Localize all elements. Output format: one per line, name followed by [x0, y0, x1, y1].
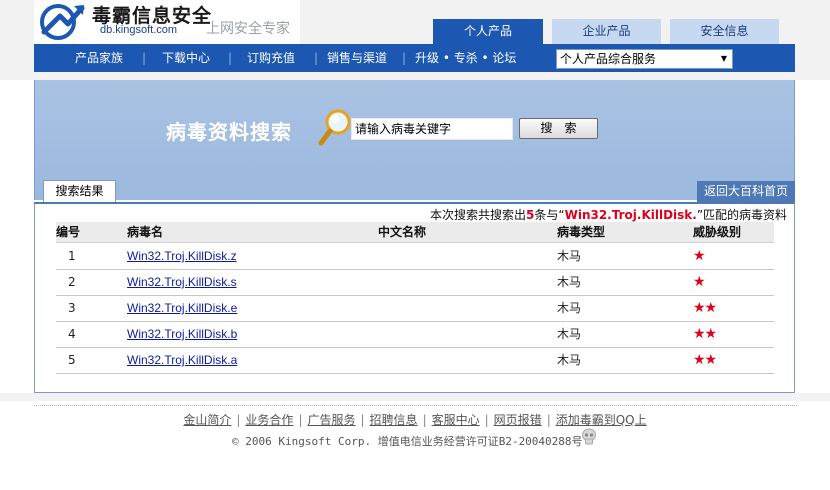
footer-separator: | [422, 413, 427, 427]
virus-name-link[interactable]: Win32.Troj.KillDisk.e [127, 296, 237, 321]
nav-item-upgrade-tools-forum[interactable]: 升级 • 专杀 • 论坛 [415, 44, 516, 72]
back-to-encyclopedia-link[interactable]: 返回大百科首页 [697, 181, 795, 202]
kingsoft-logo-icon [40, 4, 85, 40]
virus-type: 木马 [557, 301, 582, 315]
magnifier-icon [318, 109, 351, 146]
results-panel: 本次搜索共搜索出5条与“Win32.Troj.KillDisk.”匹配的病毒资料… [34, 202, 795, 393]
footer-link-report-error[interactable]: 网页报错 [494, 413, 542, 427]
copyright-text: © 2006 Kingsoft Corp. 增值电信业务经营许可证B2-2004… [232, 435, 583, 448]
nav-separator: | [314, 51, 319, 65]
threat-level-stars: ★★ [693, 300, 717, 316]
nav-item-product-family[interactable]: 产品家族 [75, 44, 123, 72]
footer-band [0, 393, 830, 401]
search-button[interactable]: 搜 索 [519, 118, 598, 139]
column-header-threat-level: 威胁级别 [693, 225, 742, 239]
footer-links: 金山简介 | 业务合作 | 广告服务 | 招聘信息 | 客服中心 | 网页报错 | 添加毒霸到QQ上 [0, 411, 830, 428]
virus-name-link[interactable]: Win32.Troj.KillDisk.a [127, 348, 237, 373]
footer-link-about[interactable]: 金山简介 [183, 413, 231, 427]
search-section: 病毒资料搜索 请输入病毒关键字 搜 索 [34, 80, 795, 200]
tab-personal-products[interactable]: 个人产品 [433, 19, 543, 44]
column-header-number: 编号 [56, 225, 81, 239]
threat-level-stars: ★ [693, 274, 706, 290]
virus-type: 木马 [557, 327, 582, 341]
threat-level-stars: ★★ [693, 352, 717, 368]
column-header-virus-type: 病毒类型 [557, 225, 606, 239]
row-number: 2 [68, 275, 76, 289]
footer-separator: | [298, 413, 303, 427]
row-number: 3 [68, 301, 76, 315]
main-nav: 产品家族 | 下载中心 | 订购充值 | 销售与渠道 | 升级 • 专杀 • 论… [34, 44, 795, 72]
summary-prefix: 本次搜索共搜索出 [430, 208, 527, 222]
nav-separator: | [402, 51, 407, 65]
nav-item-order-recharge[interactable]: 订购充值 [247, 44, 295, 72]
footer-separator: | [546, 413, 551, 427]
table-row: 1 Win32.Troj.KillDisk.z 木马 ★ [56, 244, 774, 270]
footer-divider [34, 405, 797, 406]
footer-link-add-to-qq[interactable]: 添加毒霸到QQ上 [556, 413, 647, 427]
footer-link-ads[interactable]: 广告服务 [307, 413, 355, 427]
brand-url: db.kingsoft.com [100, 24, 178, 36]
column-header-virus-name: 病毒名 [127, 225, 164, 239]
table-row: 3 Win32.Troj.KillDisk.e 木马 ★★ [56, 296, 774, 322]
row-number: 1 [68, 249, 76, 263]
table-row: 5 Win32.Troj.KillDisk.a 木马 ★★ [56, 348, 774, 374]
footer-separator: | [236, 413, 241, 427]
footer-separator: | [360, 413, 365, 427]
site-header: 毒霸信息安全 db.kingsoft.com 上网安全专家 个人产品 企业产品 … [0, 0, 830, 80]
summary-suffix: ”匹配的病毒资料 [696, 208, 788, 222]
tab-enterprise-products[interactable]: 企业产品 [552, 19, 661, 44]
nav-separator: | [142, 51, 147, 65]
virus-type: 木马 [557, 353, 582, 367]
footer-separator: | [484, 413, 489, 427]
footer-link-jobs[interactable]: 招聘信息 [370, 413, 418, 427]
column-header-chinese-name: 中文名称 [378, 225, 427, 239]
row-number: 5 [68, 353, 76, 367]
nav-separator: | [228, 51, 233, 65]
tab-security-info[interactable]: 安全信息 [670, 19, 779, 44]
table-row: 2 Win32.Troj.KillDisk.s 木马 ★ [56, 270, 774, 296]
virus-type: 木马 [557, 275, 582, 289]
tab-search-results[interactable]: 搜索结果 [43, 180, 116, 202]
virus-name-link[interactable]: Win32.Troj.KillDisk.b [127, 322, 237, 347]
skull-icon [582, 428, 596, 445]
search-input[interactable]: 请输入病毒关键字 [351, 118, 513, 140]
summary-keyword: Win32.Troj.KillDisk. [564, 208, 697, 222]
row-number: 4 [68, 327, 76, 341]
service-select[interactable]: 个人产品综合服务 ▼ [556, 49, 733, 69]
brand-logo[interactable]: 毒霸信息安全 db.kingsoft.com 上网安全专家 [34, 0, 300, 44]
footer-link-support[interactable]: 客服中心 [432, 413, 480, 427]
service-select-value: 个人产品综合服务 [560, 52, 657, 66]
dropdown-arrow-icon: ▼ [720, 54, 728, 63]
nav-item-sales-channels[interactable]: 销售与渠道 [327, 44, 387, 72]
threat-level-stars: ★★ [693, 326, 717, 342]
results-summary: 本次搜索共搜索出5条与“Win32.Troj.KillDisk.”匹配的病毒资料 [430, 206, 787, 223]
summary-middle: 条与“ [534, 208, 565, 222]
threat-level-stars: ★ [693, 248, 706, 264]
results-table-header: 编号 病毒名 中文名称 病毒类型 威胁级别 [56, 222, 774, 243]
brand-slogan: 上网安全专家 [206, 21, 290, 37]
virus-name-link[interactable]: Win32.Troj.KillDisk.z [127, 244, 237, 269]
virus-name-link[interactable]: Win32.Troj.KillDisk.s [127, 270, 237, 295]
footer-link-business[interactable]: 业务合作 [245, 413, 293, 427]
search-heading: 病毒资料搜索 [166, 120, 292, 144]
virus-type: 木马 [557, 249, 582, 263]
table-row: 4 Win32.Troj.KillDisk.b 木马 ★★ [56, 322, 774, 348]
nav-item-download-center[interactable]: 下载中心 [162, 44, 210, 72]
